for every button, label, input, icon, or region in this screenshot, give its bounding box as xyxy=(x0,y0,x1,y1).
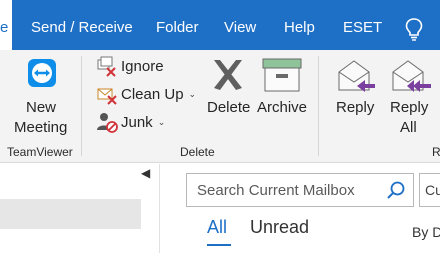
delete-label[interactable]: Delete xyxy=(207,98,250,118)
ignore-icon xyxy=(97,56,116,77)
new-meeting-label-line1[interactable]: New xyxy=(26,98,56,118)
group-divider xyxy=(81,56,82,156)
junk-icon xyxy=(97,113,118,133)
reply-all-label-line1[interactable]: Reply xyxy=(390,98,428,118)
ribbon: New Meeting TeamViewer Ignore Clean Up ⌄ xyxy=(0,50,440,163)
folder-pane-placeholder xyxy=(0,199,141,229)
teamviewer-icon[interactable] xyxy=(27,58,57,88)
clean-up-button[interactable]: Clean Up ⌄ xyxy=(96,82,196,106)
junk-button[interactable]: Junk ⌄ xyxy=(96,110,165,134)
clean-up-label: Clean Up xyxy=(121,85,184,103)
active-filter-indicator xyxy=(207,244,231,246)
respond-group-label: R xyxy=(432,145,440,159)
lightbulb-icon[interactable] xyxy=(404,17,424,41)
new-meeting-label-line2[interactable]: Meeting xyxy=(14,118,67,138)
delete-group-label: Delete xyxy=(180,145,215,159)
search-scope-dropdown[interactable]: Cu xyxy=(419,173,440,207)
chevron-down-icon: ⌄ xyxy=(157,116,166,127)
delete-icon[interactable] xyxy=(210,58,246,92)
reply-all-label-line2[interactable]: All xyxy=(400,118,417,138)
reply-icon[interactable] xyxy=(337,58,377,94)
clean-up-icon xyxy=(97,88,117,105)
archive-label[interactable]: Archive xyxy=(257,98,307,118)
junk-label: Junk xyxy=(121,113,153,131)
chevron-down-icon: ⌄ xyxy=(188,88,197,99)
search-icon[interactable] xyxy=(386,180,406,200)
search-box[interactable] xyxy=(186,173,414,207)
group-divider xyxy=(318,56,319,156)
tab-folder[interactable]: Folder xyxy=(156,0,199,50)
tab-send-receive[interactable]: Send / Receive xyxy=(31,0,133,50)
ignore-button[interactable]: Ignore xyxy=(96,54,164,78)
sort-by-dropdown[interactable]: By D xyxy=(412,224,440,240)
tab-view[interactable]: View xyxy=(224,0,256,50)
search-input[interactable] xyxy=(197,174,377,206)
reply-all-icon[interactable] xyxy=(389,58,433,94)
archive-icon[interactable] xyxy=(262,57,302,93)
tab-home[interactable]: e xyxy=(0,0,12,50)
ribbon-tab-bar: e Send / Receive Folder View Help ESET xyxy=(0,0,440,50)
reply-label[interactable]: Reply xyxy=(336,98,374,118)
tab-eset[interactable]: ESET xyxy=(343,0,382,50)
collapse-pane-icon[interactable]: ◀ xyxy=(141,166,150,180)
filter-all-tab[interactable]: All xyxy=(207,217,227,238)
ignore-label: Ignore xyxy=(121,57,164,75)
teamviewer-group-label: TeamViewer xyxy=(7,145,73,159)
filter-unread-tab[interactable]: Unread xyxy=(250,217,309,238)
tab-help[interactable]: Help xyxy=(284,0,315,50)
